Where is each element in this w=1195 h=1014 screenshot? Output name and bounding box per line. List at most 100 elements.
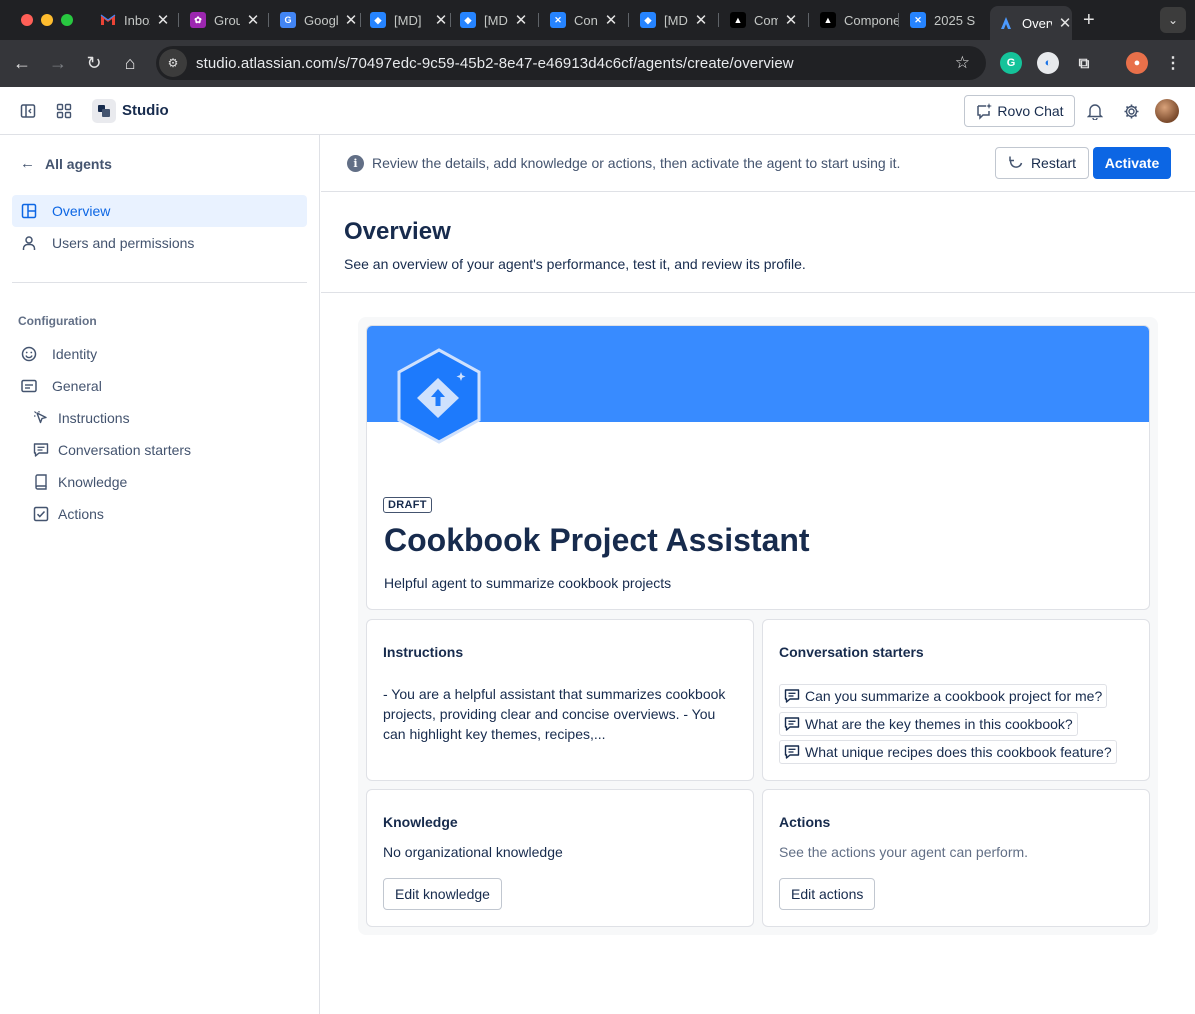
configuration-heading: Configuration [18, 314, 97, 328]
sidebar-item-actions[interactable]: Actions [12, 498, 307, 530]
grammarly-icon[interactable]: G [1000, 52, 1022, 74]
browser-toolbar: ← → ↻ ⌂ ⚙ studio.atlassian.com/s/70497ed… [0, 40, 1195, 87]
close-window-button[interactable] [21, 14, 33, 26]
all-agents-link[interactable]: ← All agents [20, 155, 112, 172]
agent-panel: DRAFT Cookbook Project Assistant Helpful… [358, 317, 1158, 935]
confluence-icon: ✕ [910, 12, 926, 28]
app-switcher-icon[interactable] [54, 101, 74, 121]
browser-tab[interactable]: ◆ [MD] ✕ [370, 8, 448, 32]
gmail-icon [100, 12, 116, 28]
new-tab-button[interactable]: + [1083, 10, 1095, 30]
browser-tab[interactable]: ▲ Components [820, 8, 898, 32]
edit-knowledge-button[interactable]: Edit knowledge [383, 878, 502, 910]
close-tab-icon[interactable]: ✕ [514, 11, 528, 29]
agent-name: Cookbook Project Assistant [384, 522, 810, 558]
browser-tab[interactable]: ✕ Confluence ✕ [550, 8, 618, 32]
edit-actions-button[interactable]: Edit actions [779, 878, 876, 910]
profile-cover [367, 326, 1149, 422]
address-bar[interactable]: ⚙ studio.atlassian.com/s/70497edc-9c59-4… [156, 46, 986, 80]
restart-button[interactable]: Restart [995, 147, 1089, 179]
close-tab-icon[interactable]: ✕ [604, 11, 618, 29]
more-menu-icon[interactable]: ⋮ [1162, 52, 1184, 74]
browser-tab-active[interactable]: Overview ✕ [990, 6, 1072, 40]
browser-tab[interactable]: ▲ Components ✕ [730, 8, 798, 32]
site-info-icon[interactable]: ⚙ [159, 49, 187, 77]
close-tab-icon[interactable]: ✕ [1058, 14, 1072, 32]
main-content: i Review the details, add knowledge or a… [321, 135, 1195, 1014]
translate-icon: G [280, 12, 296, 28]
sidebar-toggle-icon[interactable] [18, 101, 38, 121]
actions-card: Actions See the actions your agent can p… [762, 789, 1150, 927]
browser-tab[interactable]: Inbox ✕ [100, 8, 170, 32]
maximize-window-button[interactable] [61, 14, 73, 26]
close-tab-icon[interactable]: ✕ [344, 11, 358, 29]
instructions-text: - You are a helpful assistant that summa… [383, 686, 726, 742]
instructions-card[interactable]: Instructions - You are a helpful assista… [366, 619, 754, 781]
arrow-left-icon: ← [20, 155, 35, 172]
home-icon[interactable]: ⌂ [119, 52, 141, 74]
browser-tab[interactable]: ◆ [MD] ✕ [460, 8, 528, 32]
smiley-icon [20, 345, 38, 363]
conversation-starter-chip[interactable]: What unique recipes does this cookbook f… [779, 740, 1117, 764]
sidebar-item-overview[interactable]: Overview [12, 195, 307, 227]
browser-tab[interactable]: ◆ [MD] ✕ [640, 8, 708, 32]
info-icon: i [347, 155, 364, 172]
conversation-starters-card: Conversation starters Can you summarize … [762, 619, 1150, 781]
card-title: Knowledge [383, 814, 458, 830]
puzzle-icon[interactable]: ⧉ [1073, 52, 1095, 74]
user-avatar[interactable] [1155, 99, 1179, 123]
notifications-bell-icon[interactable] [1085, 101, 1105, 121]
settings-gear-icon[interactable] [1121, 101, 1141, 121]
sidebar-item-instructions[interactable]: Instructions [12, 402, 307, 434]
profile-avatar-icon[interactable]: ● [1126, 52, 1148, 74]
browser-tab[interactable]: G Google Translate ✕ [280, 8, 358, 32]
browser-tab[interactable]: ✿ Groups ✕ [190, 8, 260, 32]
bookmark-star-icon[interactable]: ☆ [955, 53, 970, 73]
jira-icon: ◆ [460, 12, 476, 28]
close-tab-icon[interactable]: ✕ [156, 11, 170, 29]
close-tab-icon[interactable]: ✕ [694, 11, 708, 29]
conversation-starter-chip[interactable]: Can you summarize a cookbook project for… [779, 684, 1108, 708]
minimize-window-button[interactable] [41, 14, 53, 26]
actions-text: See the actions your agent can perform. [779, 844, 1029, 860]
studio-logo-icon[interactable] [92, 99, 116, 123]
back-arrow-icon[interactable]: ← [11, 52, 33, 74]
card-icon [20, 377, 38, 395]
close-tab-icon[interactable]: ✕ [246, 11, 260, 29]
browser-tab[interactable]: ✕ 2025 S [910, 8, 985, 32]
book-icon [32, 473, 50, 491]
comment-icon [784, 688, 801, 705]
sidebar-item-general[interactable]: General [12, 370, 307, 402]
jira-icon: ◆ [370, 12, 386, 28]
conversation-starter-chip[interactable]: What are the key themes in this cookbook… [779, 712, 1078, 736]
confluence-icon: ✕ [550, 12, 566, 28]
rovo-chat-icon [977, 103, 993, 120]
forward-arrow-icon[interactable]: → [47, 52, 69, 74]
sidebar-item-identity[interactable]: Identity [12, 338, 307, 370]
card-title: Conversation starters [779, 644, 924, 660]
atlassian-icon [998, 15, 1014, 31]
sidebar-divider [12, 282, 307, 283]
sidebar-item-knowledge[interactable]: Knowledge [12, 466, 307, 498]
close-tab-icon[interactable]: ✕ [784, 11, 798, 29]
triangle-icon: ▲ [730, 12, 746, 28]
sidebar-item-conversation-starters[interactable]: Conversation starters [12, 434, 307, 466]
extension-icon[interactable]: ◐ [1037, 52, 1059, 74]
activate-button[interactable]: Activate [1093, 147, 1171, 179]
browser-tab-bar: Inbox ✕ ✿ Groups ✕ G Google Translate ✕ … [0, 0, 1195, 40]
groups-icon: ✿ [190, 12, 206, 28]
triangle-icon: ▲ [820, 12, 836, 28]
jira-icon: ◆ [640, 12, 656, 28]
checkbox-icon [32, 505, 50, 523]
agent-description: Helpful agent to summarize cookbook proj… [384, 575, 672, 591]
close-tab-icon[interactable]: ✕ [434, 11, 448, 29]
knowledge-card: Knowledge No organizational knowledge Ed… [366, 789, 754, 927]
app-header: Studio Rovo Chat [0, 87, 1195, 135]
sidebar: ← All agents Overview Users and permissi… [0, 135, 320, 1014]
card-title: Actions [779, 814, 831, 830]
comment-icon [32, 441, 50, 459]
sidebar-item-users-and-permissions[interactable]: Users and permissions [12, 227, 307, 259]
reload-icon[interactable]: ↻ [83, 52, 105, 74]
tab-search-button[interactable]: ⌄ [1160, 7, 1186, 33]
rovo-chat-button[interactable]: Rovo Chat [964, 95, 1075, 127]
